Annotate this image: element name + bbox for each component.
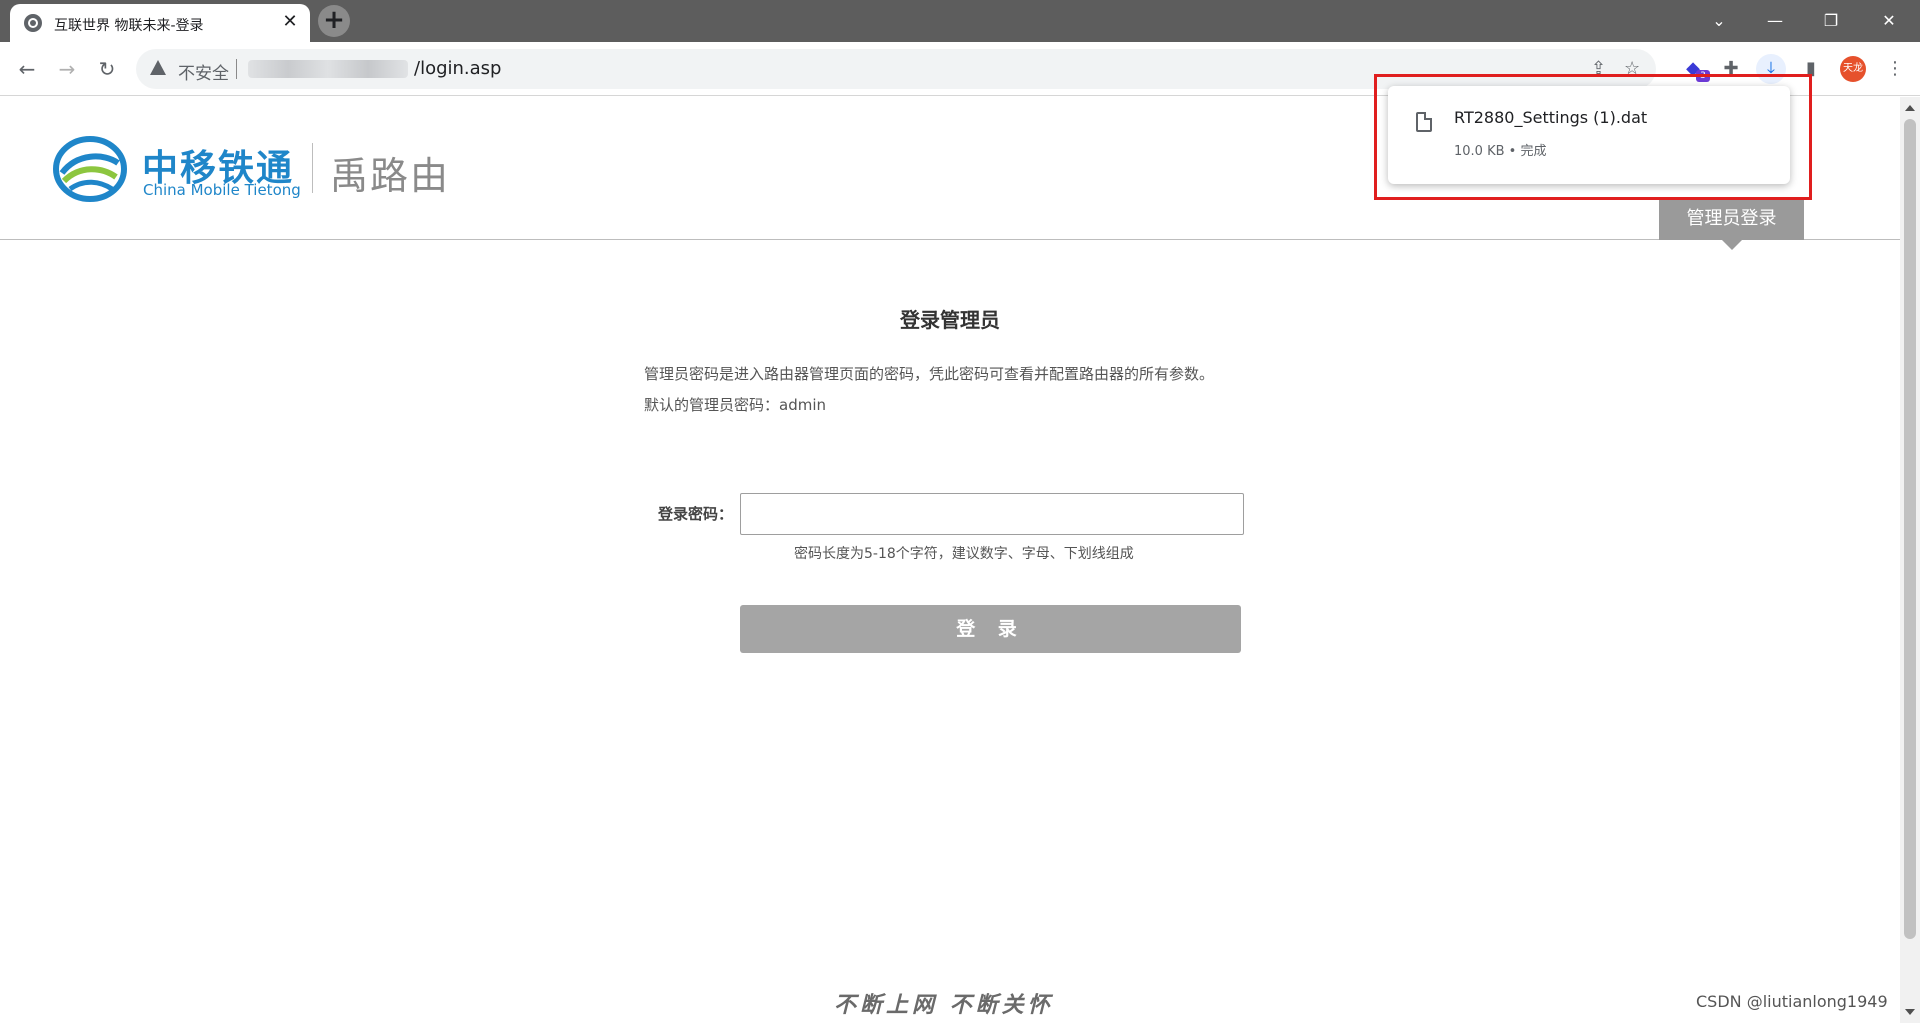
admin-login-tab[interactable]: 管理员登录 bbox=[1659, 198, 1804, 250]
tab-search-icon[interactable]: ⌄ bbox=[1696, 6, 1742, 36]
product-name: 禹路由 bbox=[330, 154, 451, 198]
login-title: 登录管理员 bbox=[900, 308, 1000, 332]
scroll-down-arrow-icon[interactable] bbox=[1905, 1009, 1915, 1015]
csdn-watermark: CSDN @liutianlong1949 bbox=[1696, 992, 1888, 1011]
security-status[interactable]: 不安全 bbox=[178, 59, 229, 84]
redacted-host bbox=[248, 60, 408, 78]
password-input[interactable] bbox=[740, 493, 1244, 535]
kebab-menu-icon[interactable]: ⋮ bbox=[1880, 54, 1910, 84]
password-label: 登录密码： bbox=[658, 505, 734, 523]
scroll-up-arrow-icon[interactable] bbox=[1905, 105, 1915, 111]
page-scrollbar[interactable] bbox=[1900, 97, 1920, 1023]
warning-icon bbox=[150, 60, 166, 75]
minimize-icon[interactable]: — bbox=[1752, 6, 1798, 36]
window-close-icon[interactable]: ✕ bbox=[1866, 6, 1912, 36]
address-separator bbox=[236, 59, 237, 79]
password-hint: 密码长度为5-18个字符，建议数字、字母、下划线组成 bbox=[794, 546, 1134, 562]
china-mobile-logo-icon bbox=[53, 136, 127, 202]
scroll-thumb[interactable] bbox=[1904, 119, 1916, 939]
login-description: 管理员密码是进入路由器管理页面的密码，凭此密码可查看并配置路由器的所有参数。 bbox=[644, 365, 1215, 383]
annotation-highlight-box bbox=[1374, 74, 1812, 200]
footer-slogan: 不断上网 不断关怀 bbox=[834, 992, 1054, 1018]
logo-divider bbox=[312, 143, 313, 193]
reload-icon[interactable]: ↻ bbox=[92, 54, 122, 84]
browser-tab-active[interactable]: 互联世界 物联未来-登录 ✕ bbox=[10, 4, 310, 42]
new-tab-button[interactable]: + bbox=[318, 5, 350, 37]
forward-arrow-icon[interactable]: → bbox=[52, 54, 82, 84]
back-arrow-icon[interactable]: ← bbox=[12, 54, 42, 84]
browser-tab-strip: 互联世界 物联未来-登录 ✕ + ⌄ — ❐ ✕ bbox=[0, 0, 1920, 42]
restore-icon[interactable]: ❐ bbox=[1808, 6, 1854, 36]
url-path[interactable]: /login.asp bbox=[414, 58, 501, 79]
tab-close-icon[interactable]: ✕ bbox=[280, 12, 300, 32]
logo-english-name: China Mobile Tietong bbox=[143, 181, 301, 199]
globe-icon bbox=[24, 14, 42, 32]
page-content: 中移铁通 China Mobile Tietong 禹路由 管理员登录 登录管理… bbox=[0, 97, 1900, 1023]
profile-avatar[interactable]: 天龙 bbox=[1840, 56, 1866, 82]
login-button[interactable]: 登 录 bbox=[740, 605, 1241, 653]
tab-title: 互联世界 物联未来-登录 bbox=[54, 18, 204, 34]
default-password-note: 默认的管理员密码：admin bbox=[644, 396, 827, 414]
